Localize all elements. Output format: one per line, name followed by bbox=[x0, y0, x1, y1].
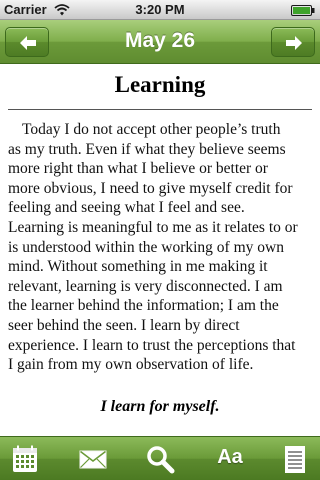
notes-button[interactable] bbox=[280, 444, 310, 474]
battery-icon bbox=[291, 5, 315, 16]
body-line: Learning is meaningful to me as it relat… bbox=[8, 218, 298, 236]
font-size-icon: Aa bbox=[217, 446, 243, 468]
next-day-button[interactable] bbox=[271, 27, 315, 57]
calendar-icon bbox=[13, 445, 37, 472]
body-line: seer behind the seen. I learn by direct bbox=[8, 316, 240, 334]
body-line: experience. I learn to trust the percept… bbox=[8, 336, 296, 354]
mail-icon bbox=[79, 450, 107, 469]
body-line: relevant, learning is very disconnected.… bbox=[8, 277, 283, 295]
search-icon bbox=[147, 446, 175, 474]
article-title: Learning bbox=[114, 72, 206, 97]
body-line: feeling and seeing what I feel and see. bbox=[8, 199, 245, 217]
article-body: Today I do not accept other people’s tru… bbox=[8, 120, 316, 375]
body-line: Today I do not accept other people’s tru… bbox=[22, 121, 281, 138]
arrow-right-icon bbox=[286, 36, 302, 50]
body-line: more obvious, I need to give myself cred… bbox=[8, 179, 293, 197]
body-line: more right than what I believe or better… bbox=[8, 160, 268, 178]
body-line: as my truth. Even if what they believe s… bbox=[8, 140, 286, 158]
status-time: 3:20 PM bbox=[135, 2, 185, 17]
arrow-left-icon bbox=[20, 36, 36, 50]
notes-icon bbox=[285, 446, 305, 473]
calendar-button[interactable] bbox=[10, 444, 40, 474]
body-line: I gain from my own observation of life. bbox=[8, 356, 254, 374]
title-divider bbox=[8, 109, 312, 110]
body-line: is understood within the working of my o… bbox=[8, 238, 284, 256]
tab-bar: Aa bbox=[0, 436, 320, 480]
previous-day-button[interactable] bbox=[5, 27, 49, 57]
font-size-button[interactable]: Aa bbox=[213, 444, 243, 474]
daily-affirmation: I learn for myself. bbox=[100, 398, 220, 415]
nav-bar: May 26 bbox=[0, 20, 320, 64]
search-button[interactable] bbox=[145, 444, 175, 474]
body-line: mind. Without something in me making it bbox=[8, 258, 268, 276]
body-line: the learner behind the information; I am… bbox=[8, 297, 279, 315]
mail-button[interactable] bbox=[78, 444, 108, 474]
date-title: May 26 bbox=[124, 29, 196, 52]
status-bar: Carrier 3:20 PM bbox=[0, 0, 320, 20]
